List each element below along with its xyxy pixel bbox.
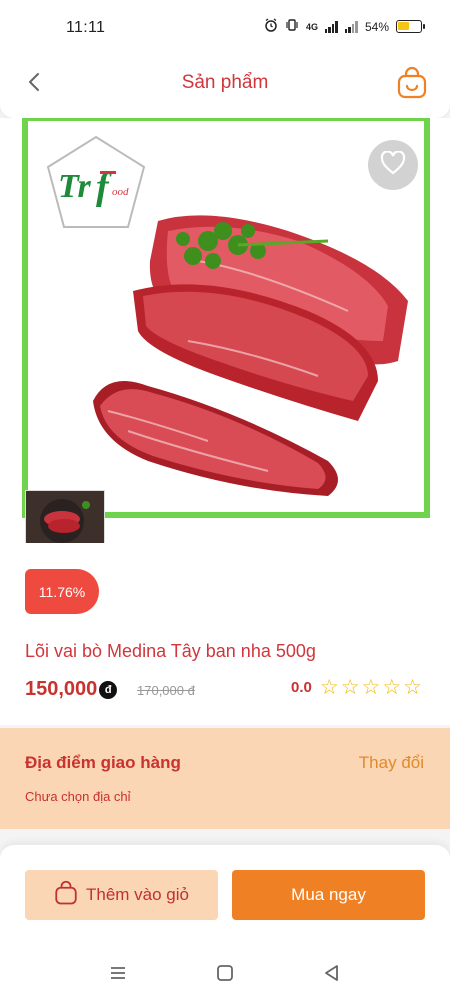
discount-badge: 11.76% [25,569,99,614]
bottom-action-bar: Thêm vào giỏ Mua ngay [0,845,450,950]
status-bar: 11:11 4G 54% [0,0,450,56]
shopping-bag-icon [396,66,428,104]
product-main-image[interactable]: Tr f ood [22,118,430,518]
price-value: 150,000 [25,678,98,700]
star-icon: ☆ [340,676,360,699]
app-header: Sản phẩm [0,56,450,118]
product-name: Lõi vai bò Medina Tây ban nha 500g [25,641,316,661]
signal-icon-1 [324,20,338,33]
shopping-bag-icon [54,880,78,911]
status-time: 11:11 [66,19,106,36]
meat-image [93,215,408,496]
wishlist-button[interactable] [368,140,418,190]
thumbnail-image [26,491,104,543]
network-type-icon: 4G [305,21,318,32]
star-icon: ☆ [382,676,402,699]
rating: 0.0 ☆ ☆ ☆ ☆ ☆ [291,677,422,698]
old-price: 170,000 đ [137,683,195,698]
alarm-icon [264,18,278,35]
currency-symbol: đ [99,680,118,699]
svg-text:Tr: Tr [58,168,92,205]
battery-icon [396,20,425,33]
recent-apps-button[interactable] [108,963,128,983]
menu-icon [108,967,128,987]
delivery-address: Chưa chọn địa chỉ [25,789,131,804]
product-thumbnail[interactable] [25,490,105,544]
product-info: 11.76% Lõi vai bò Medina Tây ban nha 500… [0,543,450,725]
product-price: 150,000 đ [25,678,118,701]
vibrate-icon [285,18,299,35]
change-address-link[interactable]: Thay đổi [359,753,424,773]
star-icon: ☆ [361,676,381,699]
signal-icon-2 [344,20,358,33]
add-to-cart-label: Thêm vào giỏ [86,885,189,904]
page-title: Sản phẩm [181,72,269,93]
buy-now-button[interactable]: Mua ngay [232,870,425,920]
triangle-back-icon [322,965,342,987]
delivery-label: Địa điểm giao hàng [25,753,181,772]
home-button[interactable] [215,963,235,983]
delivery-section: Địa điểm giao hàng Thay đổi Chưa chọn đị… [0,728,450,829]
rating-value: 0.0 [291,679,312,696]
product-gallery: Tr f ood [0,118,450,544]
star-icon: ☆ [403,676,422,699]
add-to-cart-button[interactable]: Thêm vào giỏ [25,870,218,920]
battery-label: 54% [364,19,389,34]
cart-button[interactable] [396,66,428,100]
status-icons: 4G 54% [264,18,425,35]
system-nav-bar [0,950,450,1000]
system-back-button[interactable] [322,963,342,983]
star-icon: ☆ [319,676,339,699]
battery-fill [398,22,409,30]
heart-icon [380,149,406,180]
svg-text:ood: ood [112,186,129,198]
square-icon [215,965,235,987]
